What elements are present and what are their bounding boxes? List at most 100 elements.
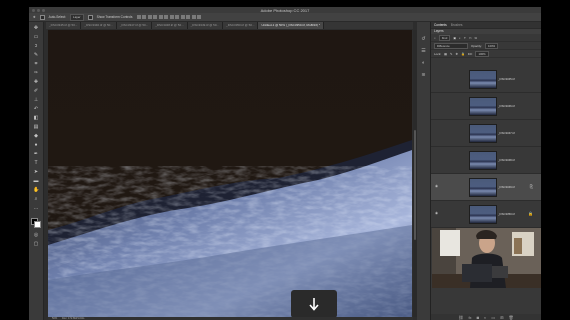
distribute-left-icon[interactable] <box>186 15 191 19</box>
eye-icon[interactable]: ◉ <box>435 184 439 188</box>
layer-thumbnail <box>469 151 497 170</box>
tab-contents[interactable]: Contents <box>434 22 447 28</box>
layer-name: _DSC3349.tif <box>498 185 515 189</box>
move-tool-icon[interactable]: ✥ <box>33 25 39 31</box>
webcam-video <box>432 228 541 288</box>
layer-style-icon[interactable]: fx <box>468 315 471 320</box>
document-tab-active[interactable]: Untitled-1 @ 50% (_DSC3350.tif, RGB/16) … <box>258 22 325 29</box>
lock-all-icon[interactable]: 🔒 <box>461 52 465 56</box>
align-middle-icon[interactable] <box>142 15 147 19</box>
scrollbar-thumb[interactable] <box>414 130 416 240</box>
auto-select-label: Auto-Select: <box>48 15 67 19</box>
align-left-icon[interactable] <box>153 15 158 19</box>
distribute-right-icon[interactable] <box>197 15 202 19</box>
screen-mode-icon[interactable]: ▢ <box>33 241 39 247</box>
align-top-icon[interactable] <box>136 15 141 19</box>
lock-label: Lock: <box>434 51 442 56</box>
show-transform-checkbox[interactable] <box>87 14 93 20</box>
search-icon: ⌕ <box>434 35 436 40</box>
lock-brush-icon[interactable]: ✎ <box>450 52 453 56</box>
eraser-tool-icon[interactable]: ◧ <box>33 115 39 121</box>
zoom-tool-icon[interactable]: ⌕ <box>33 196 39 202</box>
auto-select-dropdown[interactable]: Layer <box>70 13 84 21</box>
distribute-bottom-icon[interactable] <box>180 15 185 19</box>
new-group-icon[interactable]: ▭ <box>491 315 495 320</box>
auto-select-checkbox[interactable] <box>39 14 45 20</box>
brush-tool-icon[interactable]: ✐ <box>33 88 39 94</box>
align-right-icon[interactable] <box>164 15 169 19</box>
opacity-field[interactable]: 100% <box>485 42 499 49</box>
filter-shape-icon[interactable]: ▭ <box>469 36 472 40</box>
lock-position-icon[interactable]: ✥ <box>456 52 459 56</box>
filter-type-icon[interactable]: T <box>464 36 466 40</box>
layer-row[interactable]: _DSC3345.tif <box>431 66 541 93</box>
layer-row[interactable]: _DSC3346.tif <box>431 93 541 120</box>
quick-select-tool-icon[interactable]: ✎ <box>33 52 39 58</box>
document-tab[interactable]: _DSC3347.tif @ 50... <box>116 22 153 29</box>
align-bottom-icon[interactable] <box>147 15 152 19</box>
link-layers-icon[interactable]: ⛓ <box>458 315 463 320</box>
filter-pixel-icon[interactable]: ▣ <box>453 36 456 40</box>
layers-panel-footer: ⛓ fx ◙ ◐ ▭ ⊞ 🗑 <box>431 314 541 320</box>
channels-panel-icon[interactable]: ≋ <box>420 72 427 79</box>
hand-tool-icon[interactable]: ✋ <box>33 187 39 193</box>
kind-filter-dropdown[interactable]: Kind <box>438 34 451 41</box>
adjustment-layer-icon[interactable]: ◐ <box>484 315 486 320</box>
healing-brush-tool-icon[interactable]: ✚ <box>33 79 39 85</box>
eye-icon[interactable]: ◉ <box>435 211 439 215</box>
pen-tool-icon[interactable]: ✒ <box>33 151 39 157</box>
move-tool-icon[interactable]: ✥ <box>33 15 36 19</box>
document-tabs: _DSC3345.tif @ 50... _DSC3346.tif @ 50..… <box>46 22 413 29</box>
document-tab[interactable]: _DSC3350.tif @ 50... <box>223 22 259 29</box>
filter-smart-object-icon[interactable]: ⧉ <box>475 36 477 40</box>
path-select-tool-icon[interactable]: ➤ <box>33 169 39 175</box>
filter-adjustment-icon[interactable]: ◐ <box>459 36 461 40</box>
document-tab[interactable]: _DSC3346.tif @ 50... <box>81 22 117 29</box>
layer-thumbnail <box>469 70 497 89</box>
gradient-tool-icon[interactable]: ▤ <box>33 124 39 130</box>
blend-mode-dropdown[interactable]: Difference <box>434 42 468 49</box>
more-tools-icon[interactable]: … <box>33 205 39 211</box>
lasso-tool-icon[interactable]: ↄ <box>33 43 39 49</box>
align-center-icon[interactable] <box>158 15 163 19</box>
layer-row[interactable]: ◉ _DSC3350.tif 🔒 <box>431 201 541 228</box>
distribute-top-icon[interactable] <box>169 15 174 19</box>
download-overlay[interactable] <box>291 290 337 317</box>
document-canvas[interactable] <box>48 30 412 317</box>
fill-label: Fill: <box>467 51 473 56</box>
document-tab[interactable]: _DSC3348.tif @ 50... <box>152 22 188 29</box>
new-layer-icon[interactable]: ⊞ <box>500 315 503 320</box>
layer-row[interactable]: _DSC3347.tif <box>431 120 541 147</box>
history-brush-tool-icon[interactable]: ↶ <box>33 106 39 112</box>
marquee-tool-icon[interactable]: ▭ <box>33 34 39 40</box>
arrow-down-icon <box>309 298 319 311</box>
dodge-tool-icon[interactable]: ● <box>33 142 39 148</box>
type-tool-icon[interactable]: T <box>33 160 39 166</box>
add-mask-icon[interactable]: ◙ <box>477 315 479 320</box>
distribute-middle-icon[interactable] <box>175 15 180 19</box>
layer-thumbnail <box>469 205 497 224</box>
tab-brushes[interactable]: Brushes <box>451 22 463 28</box>
show-transform-label: Show Transform Controls <box>96 15 133 19</box>
eyedropper-tool-icon[interactable]: ✑ <box>33 70 39 76</box>
fill-field[interactable]: 100% <box>475 50 489 57</box>
adjustments-panel-icon[interactable]: ◐ <box>420 60 427 67</box>
layer-name: _DSC3345.tif <box>498 77 515 81</box>
lock-pixels-icon[interactable]: ▦ <box>444 52 447 56</box>
document-tab[interactable]: _DSC3349.tif @ 50... <box>187 22 224 29</box>
properties-panel-icon[interactable]: ☰ <box>420 48 427 55</box>
layer-row-selected[interactable]: ◉ _DSC3349.tif ⎘ <box>431 174 541 201</box>
blur-tool-icon[interactable]: ◆ <box>33 133 39 139</box>
background-color-swatch[interactable] <box>34 221 41 228</box>
crop-tool-icon[interactable]: ⌗ <box>33 61 39 67</box>
delete-layer-icon[interactable]: 🗑 <box>509 315 514 320</box>
webcam-overlay <box>432 228 541 288</box>
history-panel-icon[interactable]: ↺ <box>420 36 427 43</box>
quick-mask-icon[interactable]: ◎ <box>33 232 39 238</box>
shape-tool-icon[interactable]: ▬ <box>33 178 39 184</box>
layer-row[interactable]: _DSC3348.tif <box>431 147 541 174</box>
canvas-image <box>48 30 412 317</box>
clone-stamp-tool-icon[interactable]: ⊥ <box>33 97 39 103</box>
document-tab[interactable]: _DSC3345.tif @ 50... <box>46 22 82 29</box>
distribute-center-icon[interactable] <box>191 15 196 19</box>
